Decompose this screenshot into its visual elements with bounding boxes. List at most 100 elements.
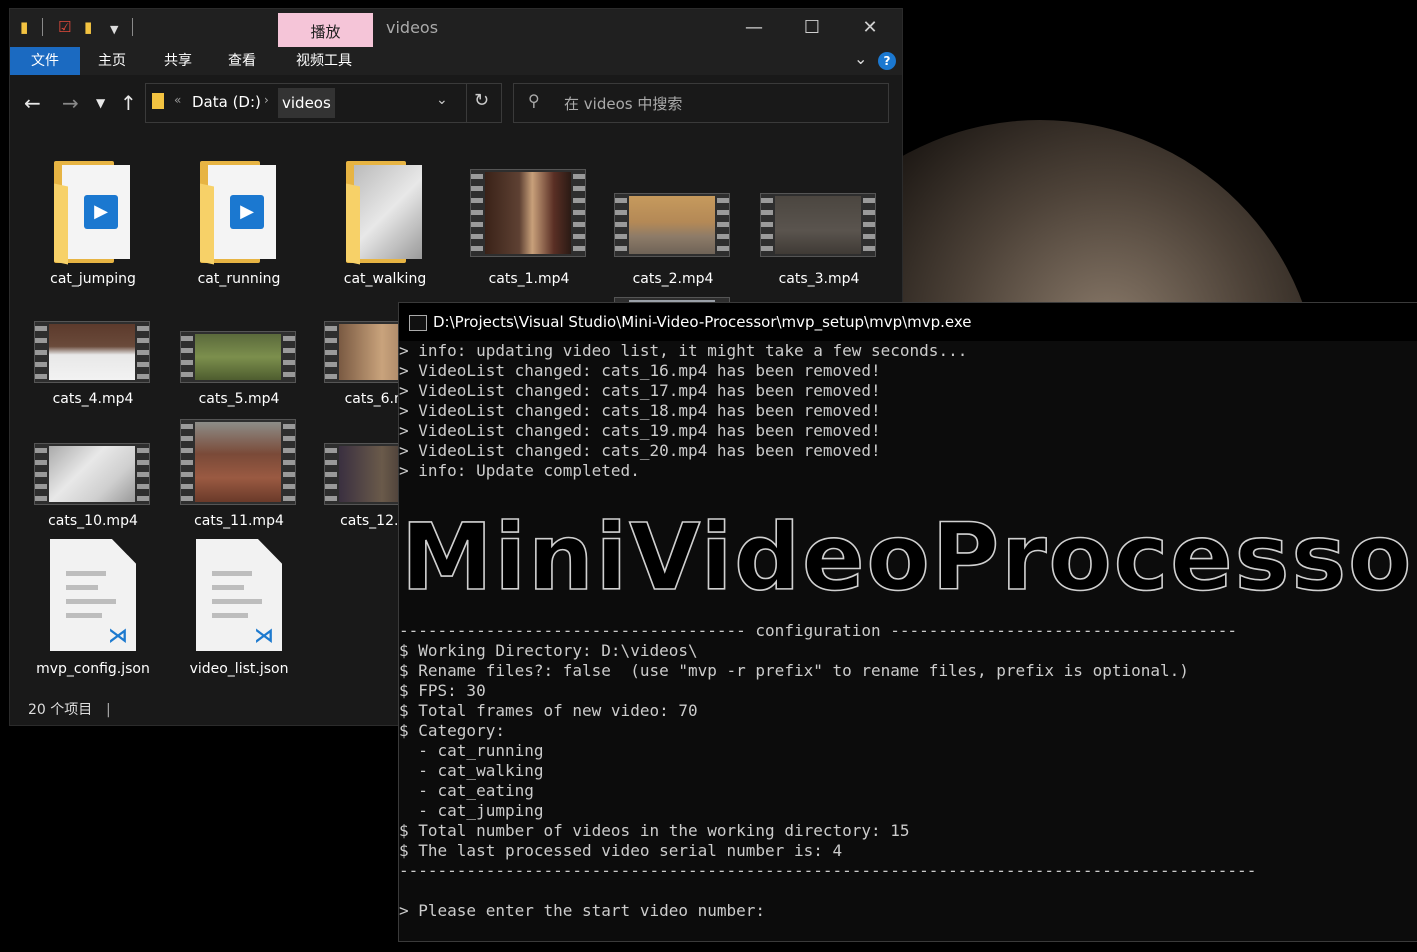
- video-play-icon: ▶: [230, 195, 264, 229]
- item-label: cat_running: [197, 271, 281, 287]
- help-icon[interactable]: ?: [878, 52, 896, 70]
- config-line: $ Total number of videos in the working …: [399, 821, 910, 840]
- search-input-placeholder[interactable]: 在 videos 中搜索: [564, 93, 682, 114]
- log-line: > VideoList changed: cats_19.mp4 has bee…: [399, 421, 881, 440]
- properties-icon[interactable]: ☑: [58, 18, 71, 36]
- tab-share[interactable]: 共享: [154, 47, 202, 75]
- item-label: cats_4.mp4: [52, 391, 134, 407]
- vscode-icon: ⋊: [254, 623, 274, 647]
- config-line: - cat_walking: [399, 761, 544, 780]
- input-prompt[interactable]: > Please enter the start video number:: [399, 901, 765, 921]
- video-thumbnail: [180, 331, 296, 383]
- item-count: 20 个项目: [28, 702, 93, 718]
- video-thumbnail: [180, 419, 296, 505]
- config-line: $ Working Directory: D:\videos\: [399, 641, 698, 660]
- breadcrumb-separator-icon[interactable]: ›: [264, 93, 269, 107]
- log-line: > VideoList changed: cats_18.mp4 has bee…: [399, 401, 881, 420]
- tab-view[interactable]: 查看: [218, 47, 266, 75]
- forward-arrow-icon[interactable]: →: [62, 89, 79, 117]
- item-label: cats_1.mp4: [488, 271, 570, 287]
- divider: |: [106, 702, 111, 718]
- json-file-icon: ⋊: [50, 539, 136, 651]
- divider: [132, 18, 133, 36]
- console-titlebar: D:\Projects\Visual Studio\Mini-Video-Pro…: [399, 303, 1417, 341]
- banner-text: MiniVideoProcessor: [400, 504, 1417, 611]
- breadcrumb-drive[interactable]: Data (D:): [192, 93, 261, 111]
- item-label: cat_walking: [343, 271, 427, 287]
- list-item[interactable]: cats_10.mp4: [28, 419, 158, 529]
- ascii-banner: MiniVideoProcessor: [400, 511, 1417, 605]
- list-item[interactable]: ▶ cat_jumping: [28, 151, 158, 291]
- config-line: - cat_running: [399, 741, 544, 760]
- item-label: cats_3.mp4: [778, 271, 860, 287]
- config-header: ------------------------------------ con…: [399, 621, 1238, 640]
- config-line: - cat_jumping: [399, 801, 544, 820]
- config-line: $ Category:: [399, 721, 505, 740]
- ribbon-tabs: 文件 主页 共享 查看 视频工具 ⌄ ?: [10, 47, 902, 75]
- overflow-chevron-icon[interactable]: «: [174, 93, 181, 107]
- item-label: cats_11.mp4: [194, 513, 284, 529]
- video-thumbnail: [614, 193, 730, 257]
- address-bar[interactable]: « Data (D:) › videos ⌄ ↻: [145, 83, 502, 123]
- item-label: cat_jumping: [50, 271, 136, 287]
- video-thumbnail: [34, 321, 150, 383]
- explorer-titlebar: ▮ ☑ ▮ ▼ 播放 videos — ☐ ✕: [10, 9, 902, 47]
- config-line: $ FPS: 30: [399, 681, 486, 700]
- close-button[interactable]: ✕: [842, 13, 898, 43]
- list-item[interactable]: ⋊ video_list.json: [174, 539, 304, 689]
- back-arrow-icon[interactable]: ←: [24, 89, 41, 117]
- list-item[interactable]: cats_2.mp4: [608, 151, 738, 291]
- recent-locations-chevron-icon[interactable]: ▼: [96, 89, 105, 117]
- log-line: > VideoList changed: cats_17.mp4 has bee…: [399, 381, 881, 400]
- list-item[interactable]: cat_walking: [320, 151, 450, 291]
- divider: [42, 18, 43, 36]
- search-icon: ⚲: [528, 91, 540, 110]
- item-label: cats_5.mp4: [198, 391, 280, 407]
- list-item[interactable]: cats_4.mp4: [28, 317, 158, 417]
- maximize-button[interactable]: ☐: [784, 13, 840, 43]
- console-output: > info: updating video list, it might ta…: [399, 341, 1417, 941]
- video-thumbnail: [470, 169, 586, 257]
- search-box[interactable]: ⚲ 在 videos 中搜索: [513, 83, 889, 123]
- config-line: $ The last processed video serial number…: [399, 841, 843, 860]
- up-arrow-icon[interactable]: ↑: [120, 89, 137, 117]
- folder-icon: ▮: [20, 18, 29, 36]
- list-item[interactable]: cats_11.mp4: [174, 419, 304, 529]
- json-file-icon: ⋊: [196, 539, 282, 651]
- folder-icon: [152, 93, 164, 109]
- expand-ribbon-chevron-icon[interactable]: ⌄: [854, 49, 867, 68]
- list-item[interactable]: ▶ cat_running: [174, 151, 304, 291]
- video-thumbnail: [34, 443, 150, 505]
- tab-home[interactable]: 主页: [88, 47, 136, 75]
- config-line: $ Total frames of new video: 70: [399, 701, 698, 720]
- divider: [466, 84, 467, 122]
- list-item[interactable]: cats_1.mp4: [464, 151, 594, 291]
- address-row: ← → ▼ ↑ « Data (D:) › videos ⌄ ↻ ⚲ 在 vid…: [10, 75, 902, 131]
- breadcrumb-folder[interactable]: videos: [278, 88, 335, 118]
- tab-play-context[interactable]: 播放: [278, 13, 373, 47]
- refresh-icon[interactable]: ↻: [474, 90, 489, 111]
- list-item[interactable]: ⋊ mvp_config.json: [28, 539, 158, 689]
- config-line: - cat_eating: [399, 781, 534, 800]
- item-label: video_list.json: [189, 661, 289, 677]
- config-divider: ----------------------------------------…: [399, 861, 1257, 880]
- new-folder-icon[interactable]: ▮: [84, 18, 92, 36]
- window-title: videos: [386, 18, 439, 37]
- config-line: $ Rename files?: false (use "mvp -r pref…: [399, 661, 1189, 680]
- customize-quick-access-icon[interactable]: ▼: [110, 23, 118, 36]
- vscode-icon: ⋊: [108, 623, 128, 647]
- tab-video-tools[interactable]: 视频工具: [286, 47, 362, 75]
- item-label: mvp_config.json: [36, 661, 150, 677]
- folder-thumbnail-icon: [346, 161, 422, 265]
- item-label: cats_10.mp4: [48, 513, 138, 529]
- tab-file[interactable]: 文件: [10, 47, 80, 75]
- log-line: > info: Update completed.: [399, 461, 640, 480]
- list-item[interactable]: cats_3.mp4: [754, 151, 884, 291]
- log-line: > info: updating video list, it might ta…: [399, 341, 968, 360]
- minimize-button[interactable]: —: [726, 13, 782, 43]
- address-dropdown-chevron-icon[interactable]: ⌄: [436, 92, 448, 108]
- log-line: > VideoList changed: cats_20.mp4 has bee…: [399, 441, 881, 460]
- folder-icon: ▶: [200, 161, 276, 265]
- log-line: > VideoList changed: cats_16.mp4 has bee…: [399, 361, 881, 380]
- list-item[interactable]: cats_5.mp4: [174, 317, 304, 417]
